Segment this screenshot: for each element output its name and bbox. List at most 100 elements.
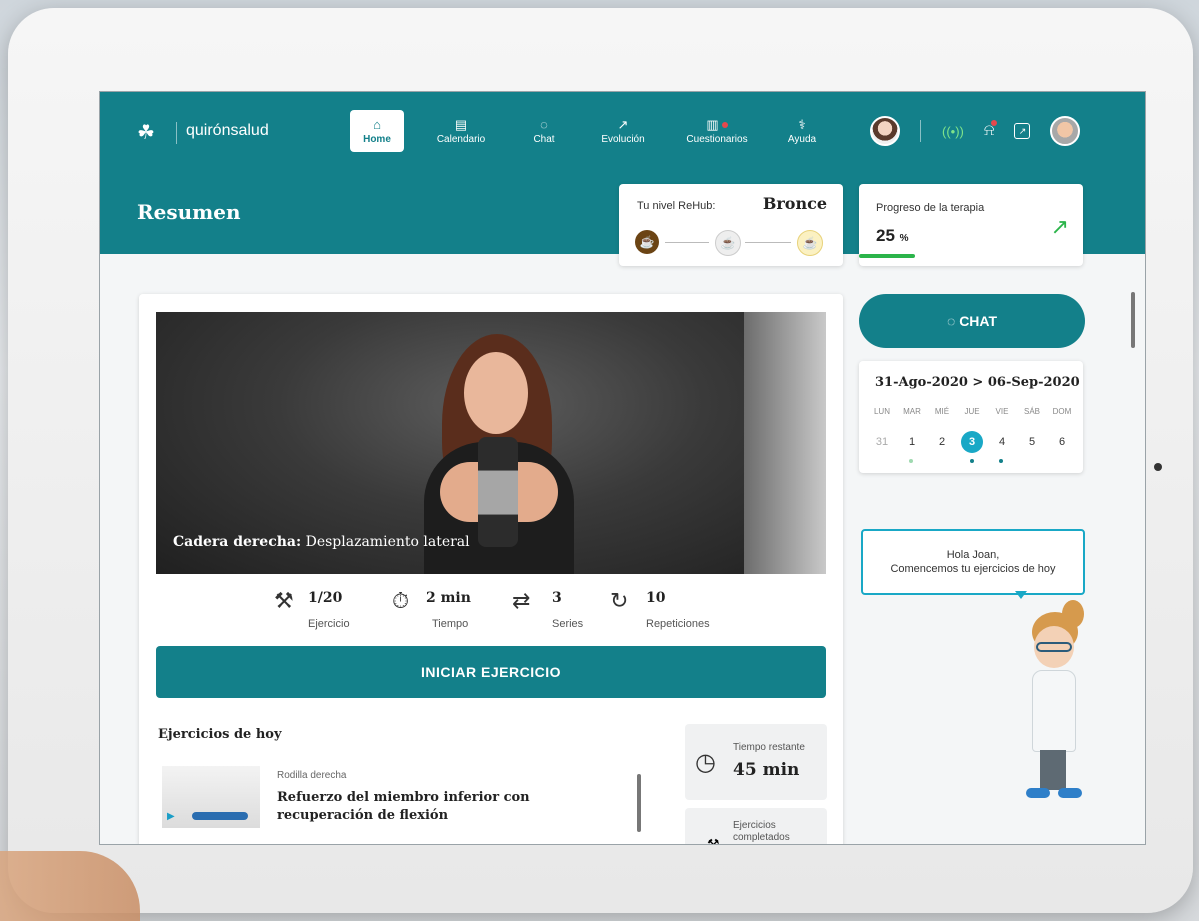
bell-icon[interactable]: ⍾ <box>984 120 998 140</box>
remaining-time-label: Tiempo restante <box>733 742 805 753</box>
nav-home-label: Home <box>363 133 391 145</box>
caption-region: Cadera derecha: <box>173 534 302 550</box>
assistant-message: Comencemos tu ejercicios de hoy <box>890 563 1056 575</box>
calendar-day[interactable]: 4 <box>989 431 1015 453</box>
help-icon: ⚕ <box>798 116 806 132</box>
activity-dot <box>909 459 913 463</box>
dumbbell <box>478 437 518 547</box>
progress-card: Progreso de la terapia 25 % ↗ <box>859 184 1083 266</box>
weekday-label: JUE <box>964 407 980 416</box>
calendar-day[interactable]: 2 <box>929 431 955 453</box>
calendar-day[interactable]: 6 <box>1049 431 1075 453</box>
chat-button[interactable]: ◌ CHAT <box>859 294 1085 348</box>
progress-value: 25 % <box>876 226 909 246</box>
nav-calendar[interactable]: ▤ Calendario <box>432 110 490 152</box>
clipboard-icon: ▥ <box>706 118 728 131</box>
exercise-figure <box>192 812 248 820</box>
nav-divider <box>920 120 921 142</box>
exercise-name[interactable]: Refuerzo del miembro inferior con recupe… <box>277 789 607 825</box>
week-calendar: 31-Ago-2020 > 06-Sep-2020 LUN MAR MIÉ JU… <box>859 361 1083 473</box>
exercise-region: Rodilla derecha <box>277 770 347 781</box>
page-scrollbar[interactable] <box>1131 292 1135 348</box>
calendar-day-selected[interactable]: 3 <box>961 431 983 453</box>
calendar-day[interactable]: 1 <box>899 431 925 453</box>
stat-exercise-value: 1/20 <box>308 590 343 606</box>
weekday-label: SÁB <box>1023 407 1040 416</box>
app-screen: ☘ quirónsalud ⌂ Home ▤ Calendario ◌ Chat… <box>99 91 1146 845</box>
video-side-panel <box>744 312 826 574</box>
growth-chart-icon: ↗ <box>1050 214 1069 239</box>
progress-label: Progreso de la terapia <box>876 202 985 214</box>
tablet-camera <box>1154 463 1162 471</box>
bronze-trophy-icon: ☕ <box>635 230 659 254</box>
caption-exercise: Desplazamiento lateral <box>301 534 470 550</box>
bell-badge <box>991 120 998 126</box>
cycle-icon: ⇄ <box>512 588 531 613</box>
assistant-greeting: Hola Joan, <box>946 549 1000 561</box>
brand-name[interactable]: quirónsalud <box>186 122 269 140</box>
calendar-icon: ▤ <box>454 116 468 132</box>
progress-bar <box>859 254 915 258</box>
stat-time-label: Tiempo <box>432 618 469 630</box>
therapist-avatar[interactable] <box>870 116 900 146</box>
stopwatch-icon: ⏱ <box>392 588 410 613</box>
nav-questionnaires[interactable]: ▥ Cuestionarios <box>680 110 754 152</box>
nav-evolution[interactable]: ↗ Evolución <box>594 110 652 152</box>
nav-evolution-label: Evolución <box>601 133 645 145</box>
chart-icon: ↗ <box>617 116 629 132</box>
start-exercise-button[interactable]: INICIAR EJERCICIO <box>156 646 826 698</box>
silver-trophy-icon: ☕ <box>715 230 741 256</box>
stat-time-value: 2 min <box>426 590 471 606</box>
character-glasses <box>1036 642 1072 652</box>
exercise-list-scrollbar[interactable] <box>637 774 641 832</box>
exercise-stats: ⚒ 1/20 Ejercicio ⏱ 2 min Tiempo ⇄ 3 Seri… <box>156 574 826 646</box>
calendar-weekdays: LUN MAR MIÉ JUE VIE SÁB DOM <box>869 407 1075 416</box>
nav-chat[interactable]: ◌ Chat <box>526 110 562 152</box>
nav-help-label: Ayuda <box>787 133 817 145</box>
character-shoe <box>1026 788 1050 798</box>
character-coat <box>1032 670 1076 752</box>
weekday-label: MAR <box>903 407 921 416</box>
therapist-avatar-wrap <box>870 116 900 146</box>
level-label: Tu nivel ReHub: <box>637 200 716 212</box>
assistant-speech-bubble: Hola Joan, Comencemos tu ejercicios de h… <box>861 529 1085 595</box>
dumbbell-icon: ⚒ <box>274 588 294 613</box>
nav-questionnaires-label: Cuestionarios <box>686 133 748 145</box>
progress-number: 25 <box>876 226 895 245</box>
completed-label: Ejercicios completados <box>733 820 790 843</box>
activity-dot <box>999 459 1003 463</box>
nav-chat-label: Chat <box>533 133 555 145</box>
signal-icon[interactable]: ((•)) <box>942 124 964 139</box>
nav-home[interactable]: ⌂ Home <box>350 110 404 152</box>
calendar-range[interactable]: 31-Ago-2020 > 06-Sep-2020 <box>875 375 1080 390</box>
app-logo-icon[interactable]: ☘ <box>137 120 155 145</box>
fullscreen-icon[interactable]: ↗ <box>1014 123 1031 139</box>
user-avatar[interactable] <box>1050 116 1081 146</box>
video-person-face <box>464 352 528 434</box>
stat-reps-label: Repeticiones <box>646 618 710 630</box>
exercise-thumbnail[interactable]: ▶ <box>162 766 260 828</box>
weekday-label: MIÉ <box>934 407 950 416</box>
activity-dot <box>970 459 974 463</box>
speech-bubble-tail <box>1015 591 1027 599</box>
today-exercises-title: Ejercicios de hoy <box>158 727 282 742</box>
calendar-dates: 31 1 2 3 4 5 6 <box>869 431 1075 453</box>
nav-help[interactable]: ⚕ Ayuda <box>782 110 822 152</box>
stat-reps-value: 10 <box>646 590 666 606</box>
chat-icon: ◌ <box>540 116 548 132</box>
exercise-video[interactable]: Cadera derecha: Desplazamiento lateral <box>156 312 826 574</box>
play-icon: ▶ <box>167 811 175 822</box>
level-card: Tu nivel ReHub: Bronce ☕ ☕ ☕ <box>619 184 843 266</box>
chat-button-label: CHAT <box>959 313 998 329</box>
level-connector <box>745 242 791 243</box>
progress-unit: % <box>899 233 909 244</box>
weekday-label: VIE <box>995 407 1009 416</box>
nav-calendar-label: Calendario <box>436 133 486 145</box>
video-caption: Cadera derecha: Desplazamiento lateral <box>173 534 470 550</box>
remaining-time-value: 45 min <box>733 760 800 780</box>
calendar-day[interactable]: 5 <box>1019 431 1045 453</box>
page-title: Resumen <box>137 200 241 224</box>
calendar-day[interactable]: 31 <box>869 431 895 453</box>
clock-icon: ◷ <box>695 749 716 776</box>
nav-actions: ((•)) ⍾ ↗ <box>942 116 1081 146</box>
